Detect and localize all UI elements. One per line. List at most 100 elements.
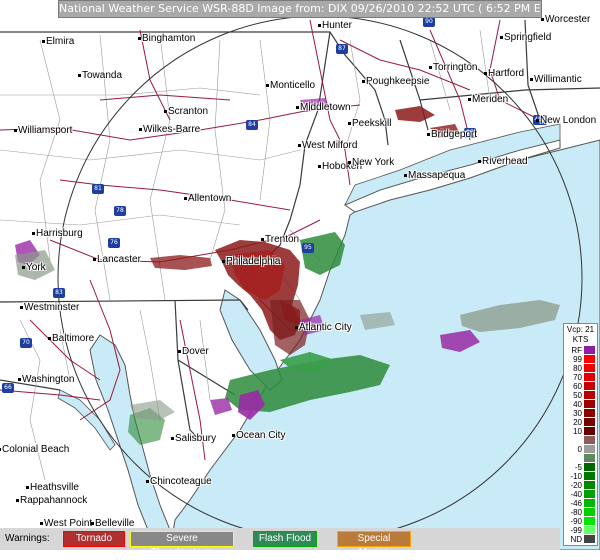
city-marker-scranton — [164, 110, 167, 113]
warnings-label: Warnings: — [5, 533, 50, 544]
legend-units: KTS — [572, 335, 589, 344]
warning-tornado-button[interactable]: Tornado — [63, 531, 125, 547]
interstate-label-76: 76 — [110, 239, 118, 246]
legend-row — [564, 436, 597, 445]
city-label-allentown: Allentown — [188, 193, 232, 204]
city-label-bridgeport: Bridgeport — [431, 129, 478, 140]
legend-row: -10 — [564, 472, 597, 481]
legend-row: 99 — [564, 355, 597, 364]
legend-row-label: 70 — [573, 373, 582, 382]
city-marker-hartford — [484, 72, 487, 75]
city-label-trenton: Trenton — [265, 234, 300, 245]
interstate-label-84: 84 — [248, 121, 256, 128]
legend-color-swatch — [584, 535, 595, 543]
city-marker-belleville — [91, 522, 94, 525]
legend-color-swatch — [584, 481, 595, 489]
warning-flash-flood-button[interactable]: Flash Flood — [253, 531, 317, 547]
legend-row: 30 — [564, 409, 597, 418]
legend-color-swatch — [584, 382, 595, 390]
city-marker-monticello — [266, 84, 269, 87]
legend-color-swatch — [584, 409, 595, 417]
legend-color-swatch — [584, 364, 595, 372]
city-label-washington: Washington — [22, 374, 75, 385]
city-marker-dover — [178, 350, 181, 353]
warnings-bar: Warnings: Tornado Severe Thunderstorm Flas… — [0, 528, 560, 558]
legend-row: 80 — [564, 364, 597, 373]
city-label-harrisburg: Harrisburg — [36, 228, 83, 239]
legend-row: -46 — [564, 499, 597, 508]
city-label-torrington: Torrington — [433, 62, 478, 73]
city-marker-binghamton — [138, 37, 141, 40]
city-label-lancaster: Lancaster — [97, 254, 141, 265]
legend-color-swatch — [584, 472, 595, 480]
city-marker-worcester — [541, 18, 544, 21]
legend-color-swatch — [584, 517, 595, 525]
city-label-new-london: New London — [540, 115, 597, 126]
city-label-riverhead: Riverhead — [482, 156, 528, 167]
city-label-atlantic-city: Atlantic City — [299, 322, 352, 333]
title-bar: National Weather Service WSR-88D Image f… — [58, 0, 542, 18]
city-marker-atlantic-city — [295, 326, 298, 329]
city-marker-lancaster — [93, 258, 96, 261]
legend-row-label: 99 — [573, 355, 582, 364]
legend-row-label: 60 — [573, 382, 582, 391]
city-label-willimantic: Willimantic — [534, 74, 582, 85]
legend-row: 10 — [564, 427, 597, 436]
city-marker-riverhead — [478, 160, 481, 163]
city-marker-elmira — [42, 40, 45, 43]
city-label-massapequa: Massapequa — [408, 170, 466, 181]
interstate-label-90: 90 — [425, 18, 433, 25]
legend-row: -40 — [564, 490, 597, 499]
legend-row: 20 — [564, 418, 597, 427]
legend-row-label: 30 — [573, 409, 582, 418]
legend-row: -5 — [564, 463, 597, 472]
interstate-label-70: 70 — [22, 339, 30, 346]
legend-row-label: 10 — [573, 427, 582, 436]
city-marker-towanda — [78, 74, 81, 77]
legend-color-swatch — [584, 526, 595, 534]
city-marker-salisbury — [171, 437, 174, 440]
legend-row-label: -46 — [570, 499, 582, 508]
city-label-york: York — [26, 262, 46, 273]
city-marker-meriden — [468, 98, 471, 101]
city-label-towanda: Towanda — [82, 70, 123, 81]
city-marker-westminster — [20, 306, 23, 309]
city-label-hunter: Hunter — [322, 20, 353, 31]
legend-color-swatch — [584, 418, 595, 426]
legend-color-swatch — [584, 445, 595, 453]
city-marker-hoboken — [318, 165, 321, 168]
city-marker-heathsville — [26, 486, 29, 489]
city-marker-new-london — [536, 119, 539, 122]
legend-color-swatch — [584, 373, 595, 381]
warning-severe-thunderstorm-button[interactable]: Severe Thunderstorm — [130, 531, 234, 558]
legend-row: -20 — [564, 481, 597, 490]
legend-color-swatch — [584, 499, 595, 507]
city-label-colonial-beach: Colonial Beach — [2, 444, 70, 455]
city-label-peekskill: Peekskill — [352, 118, 392, 129]
city-marker-chincoteague — [146, 480, 149, 483]
legend-row: ND — [564, 535, 597, 544]
legend-row: 60 — [564, 382, 597, 391]
city-label-dover: Dover — [182, 346, 209, 357]
warning-special-marine-button[interactable]: Special Marine — [337, 531, 411, 558]
legend-row-label: RF — [571, 346, 582, 355]
city-label-wilkes-barre: Wilkes-Barre — [143, 124, 201, 135]
interstate-label-87: 87 — [338, 45, 346, 52]
legend-color-swatch — [584, 355, 595, 363]
legend-row: -99 — [564, 526, 597, 535]
city-marker-hunter — [318, 24, 321, 27]
city-marker-baltimore — [48, 337, 51, 340]
legend-row: 40 — [564, 400, 597, 409]
city-marker-middletown — [296, 106, 299, 109]
city-label-meriden: Meriden — [472, 94, 509, 105]
interstate-label-66: 66 — [4, 384, 12, 391]
city-label-williamsport: Williamsport — [18, 125, 73, 136]
legend-row-label: -80 — [570, 508, 582, 517]
legend-color-swatch — [584, 463, 595, 471]
city-label-hartford: Hartford — [488, 68, 525, 79]
legend-row-label: -5 — [574, 463, 582, 472]
legend-color-swatch — [584, 427, 595, 435]
city-label-springfield: Springfield — [504, 32, 552, 43]
city-label-salisbury: Salisbury — [175, 433, 217, 444]
legend-color-swatch — [584, 508, 595, 516]
